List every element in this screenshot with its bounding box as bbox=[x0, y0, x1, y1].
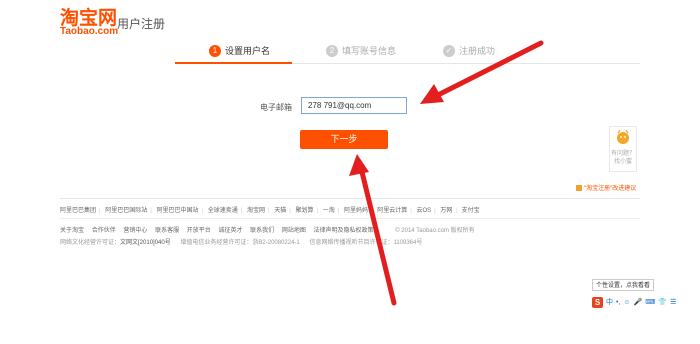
arrow-to-next bbox=[359, 169, 397, 306]
arrow-to-email bbox=[433, 40, 544, 99]
annotation-arrows bbox=[349, 40, 544, 306]
arrow-head-next bbox=[349, 154, 369, 176]
